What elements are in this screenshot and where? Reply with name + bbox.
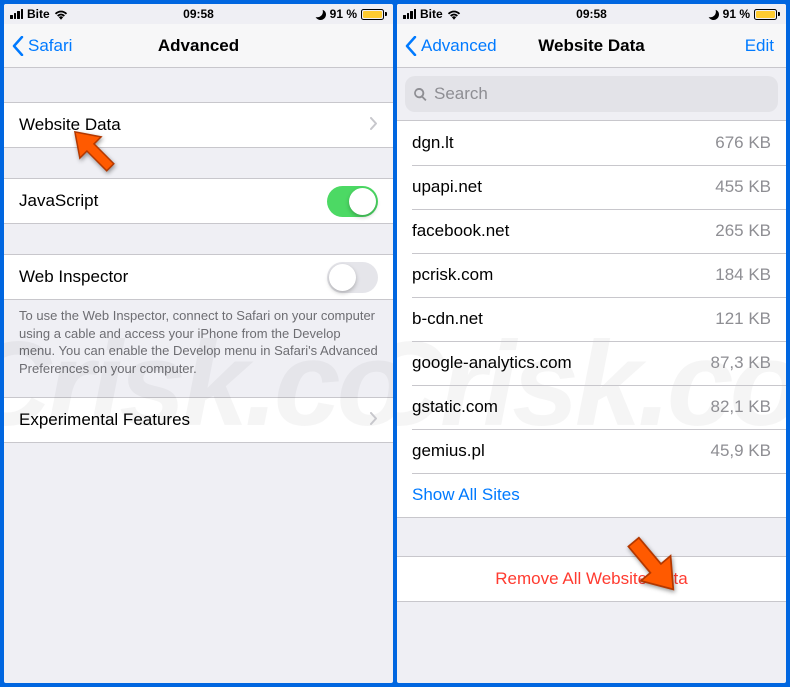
content: Search dgn.lt 676 KB upapi.net 455 KB facebo… <box>397 68 786 683</box>
site-size: 121 KB <box>715 309 771 329</box>
dnd-moon-icon <box>315 9 326 20</box>
back-button[interactable]: Advanced <box>405 36 497 56</box>
site-row[interactable]: upapi.net 455 KB <box>397 165 786 209</box>
site-row[interactable]: google-analytics.com 87,3 KB <box>397 341 786 385</box>
wifi-icon <box>447 9 461 20</box>
site-domain: google-analytics.com <box>412 353 572 373</box>
site-domain: dgn.lt <box>412 133 454 153</box>
show-all-label: Show All Sites <box>412 485 520 505</box>
back-label: Advanced <box>421 36 497 56</box>
row-label: Website Data <box>19 115 121 135</box>
site-row[interactable]: gstatic.com 82,1 KB <box>397 385 786 429</box>
nav-bar: Safari Advanced <box>4 24 393 68</box>
wifi-icon <box>54 9 68 20</box>
site-size: 265 KB <box>715 221 771 241</box>
site-row[interactable]: b-cdn.net 121 KB <box>397 297 786 341</box>
signal-icon <box>10 9 23 19</box>
nav-bar: Advanced Website Data Edit <box>397 24 786 68</box>
remove-all-label: Remove All Website Data <box>495 569 687 589</box>
site-size: 184 KB <box>715 265 771 285</box>
chevron-right-icon <box>370 410 378 430</box>
chevron-left-icon <box>12 36 24 56</box>
row-experimental[interactable]: Experimental Features <box>4 398 393 442</box>
phone-advanced: PCrisk.com Bite 09:58 91 % Safari Advanc… <box>4 4 393 683</box>
signal-icon <box>403 9 416 19</box>
javascript-toggle[interactable] <box>327 186 378 217</box>
search-input[interactable]: Search <box>405 76 778 112</box>
site-domain: b-cdn.net <box>412 309 483 329</box>
site-row[interactable]: dgn.lt 676 KB <box>397 121 786 165</box>
site-size: 676 KB <box>715 133 771 153</box>
row-label: Web Inspector <box>19 267 128 287</box>
dnd-moon-icon <box>708 9 719 20</box>
back-button[interactable]: Safari <box>12 36 72 56</box>
row-web-inspector: Web Inspector <box>4 255 393 299</box>
chevron-left-icon <box>405 36 417 56</box>
site-size: 87,3 KB <box>711 353 772 373</box>
battery-icon <box>754 9 780 20</box>
site-domain: pcrisk.com <box>412 265 493 285</box>
site-domain: facebook.net <box>412 221 509 241</box>
site-size: 45,9 KB <box>711 441 772 461</box>
status-bar: Bite 09:58 91 % <box>4 4 393 24</box>
site-size: 455 KB <box>715 177 771 197</box>
site-domain: upapi.net <box>412 177 482 197</box>
battery-pct-label: 91 % <box>330 7 357 21</box>
remove-all-button[interactable]: Remove All Website Data <box>397 557 786 601</box>
search-placeholder: Search <box>434 84 488 104</box>
site-domain: gemius.pl <box>412 441 485 461</box>
carrier-label: Bite <box>27 7 50 21</box>
edit-button[interactable]: Edit <box>745 36 774 56</box>
back-label: Safari <box>28 36 72 56</box>
row-label: Experimental Features <box>19 410 190 430</box>
row-website-data[interactable]: Website Data <box>4 103 393 147</box>
site-domain: gstatic.com <box>412 397 498 417</box>
site-row[interactable]: facebook.net 265 KB <box>397 209 786 253</box>
phone-website-data: PCrisk.com Bite 09:58 91 % Advanced Webs… <box>397 4 786 683</box>
web-inspector-toggle[interactable] <box>327 262 378 293</box>
site-size: 82,1 KB <box>711 397 772 417</box>
site-row[interactable]: pcrisk.com 184 KB <box>397 253 786 297</box>
site-row[interactable]: gemius.pl 45,9 KB <box>397 429 786 473</box>
show-all-sites-button[interactable]: Show All Sites <box>397 473 786 517</box>
row-label: JavaScript <box>19 191 98 211</box>
search-icon <box>413 87 428 102</box>
carrier-label: Bite <box>420 7 443 21</box>
row-javascript: JavaScript <box>4 179 393 223</box>
web-inspector-help: To use the Web Inspector, connect to Saf… <box>4 300 393 385</box>
status-bar: Bite 09:58 91 % <box>397 4 786 24</box>
battery-icon <box>361 9 387 20</box>
battery-pct-label: 91 % <box>723 7 750 21</box>
chevron-right-icon <box>370 115 378 135</box>
content: Website Data JavaScript Web Inspector To… <box>4 68 393 683</box>
